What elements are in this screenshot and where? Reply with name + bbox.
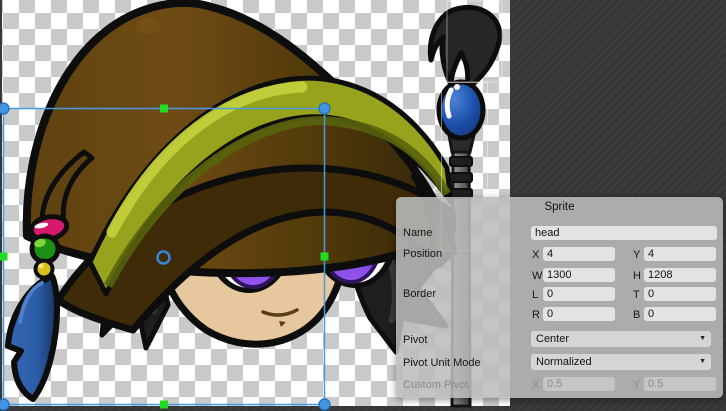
position-h-prefix: H: [633, 270, 641, 282]
pivot-unit-mode-value: Normalized: [536, 356, 592, 368]
position-w-prefix: W: [532, 270, 542, 282]
selection-corner-handle-bottom-left[interactable]: [0, 399, 9, 410]
selection-edge-handle-left[interactable]: [0, 253, 8, 261]
border-label: Border: [403, 288, 436, 300]
character-head-sprite[interactable]: [8, 3, 454, 399]
border-r-prefix: R: [532, 309, 540, 321]
sprite-editor-window: Sprite Name Position X Y W H Border L T …: [0, 0, 726, 411]
position-x-input[interactable]: [543, 247, 615, 261]
selection-corner-handle-top-right[interactable]: [319, 103, 330, 114]
name-input[interactable]: [531, 226, 717, 240]
selection-edge-handle-bottom[interactable]: [160, 401, 168, 409]
custom-pivot-y-prefix: Y: [633, 379, 640, 391]
border-b-prefix: B: [633, 309, 640, 321]
position-x-prefix: X: [532, 249, 539, 261]
custom-pivot-label: Custom Pivot: [403, 379, 468, 391]
staff-feather-top: [430, 7, 500, 89]
custom-pivot-x-input: [543, 377, 615, 391]
border-t-input[interactable]: [644, 287, 716, 301]
selection-edge-handle-right[interactable]: [321, 253, 329, 261]
border-l-input[interactable]: [543, 287, 615, 301]
border-r-input[interactable]: [543, 307, 615, 321]
border-t-prefix: T: [633, 289, 640, 301]
position-y-input[interactable]: [644, 247, 716, 261]
position-w-input[interactable]: [543, 268, 615, 282]
pivot-unit-mode-label: Pivot Unit Mode: [403, 357, 481, 369]
dropdown-arrow-icon: ▼: [699, 335, 706, 343]
panel-title: Sprite: [396, 201, 723, 213]
sprite-panel: Sprite Name Position X Y W H Border L T …: [396, 197, 723, 398]
selection-corner-handle-bottom-right[interactable]: [319, 399, 330, 410]
position-label: Position: [403, 248, 442, 260]
border-l-prefix: L: [532, 289, 538, 301]
name-label: Name: [403, 227, 432, 239]
custom-pivot-y-input: [644, 377, 716, 391]
dropdown-arrow-icon: ▼: [699, 358, 706, 366]
pivot-dropdown[interactable]: Center ▼: [531, 331, 711, 347]
position-h-input[interactable]: [644, 268, 716, 282]
hat-sheen: [136, 18, 160, 34]
pivot-value: Center: [536, 333, 569, 345]
position-y-prefix: Y: [633, 249, 640, 261]
yellow-bead-shine: [39, 264, 44, 269]
staff-bands: [450, 157, 472, 198]
custom-pivot-x-prefix: X: [532, 379, 539, 391]
border-b-input[interactable]: [644, 307, 716, 321]
selection-edge-handle-top[interactable]: [160, 105, 168, 113]
blue-feather: [8, 276, 57, 399]
pivot-unit-mode-dropdown[interactable]: Normalized ▼: [531, 354, 711, 370]
selection-corner-handle-top-left[interactable]: [0, 103, 9, 114]
pivot-label: Pivot: [403, 334, 427, 346]
green-bead: [32, 236, 58, 262]
orb-highlight-dot: [454, 84, 460, 90]
